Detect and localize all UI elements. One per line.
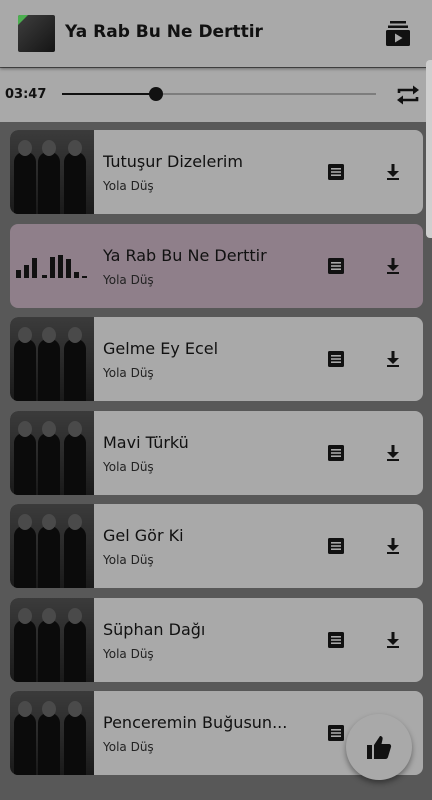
repeat-icon[interactable]: [394, 81, 422, 109]
song-title: Gelme Ey Ecel: [103, 339, 219, 358]
song-artist: Yola Düş: [103, 272, 154, 287]
song-row[interactable]: Ya Rab Bu Ne Derttir Yola Düş: [10, 223, 423, 308]
equalizer-icon: [10, 224, 94, 308]
scroll-edge-indicator: [426, 60, 432, 238]
song-title: Süphan Dağı: [103, 619, 206, 639]
song-title: Ya Rab Bu Ne Derttir: [103, 245, 267, 265]
song-row[interactable]: Gel Gör Ki Yola Düş: [10, 504, 423, 588]
lyrics-icon[interactable]: [326, 723, 346, 743]
album-art: [10, 410, 94, 495]
now-playing-title: Ya Rab Bu Ne Derttir: [65, 22, 263, 42]
album-art: [10, 504, 94, 588]
thumbs-up-icon: [367, 736, 392, 759]
lyrics-icon[interactable]: [326, 536, 346, 556]
song-artist: Yola Düş: [103, 646, 154, 661]
seek-bar-fill: [62, 93, 157, 95]
download-icon[interactable]: [383, 630, 403, 650]
elapsed-time: 03:47: [5, 87, 47, 102]
song-artist: Yola Düş: [103, 740, 154, 754]
song-artist: Yola Düş: [103, 459, 154, 474]
download-icon[interactable]: [383, 443, 403, 463]
song-row[interactable]: Süphan Dağı Yola Düş: [10, 597, 423, 682]
lyrics-icon[interactable]: [326, 349, 346, 369]
lyrics-icon[interactable]: [326, 162, 346, 182]
album-art: [10, 317, 94, 401]
download-icon[interactable]: [383, 256, 403, 276]
lyrics-icon[interactable]: [326, 443, 346, 463]
download-icon[interactable]: [383, 349, 403, 369]
song-artist: Yola Düş: [103, 179, 154, 193]
thumbnail-corner-accent: [18, 15, 28, 25]
seek-bar[interactable]: [62, 87, 376, 101]
lyrics-icon[interactable]: [326, 630, 346, 650]
download-icon[interactable]: [383, 162, 403, 182]
app-header: Ya Rab Bu Ne Derttir: [0, 0, 432, 67]
download-icon[interactable]: [383, 536, 403, 556]
lyrics-icon[interactable]: [326, 256, 346, 276]
song-title: Gel Gör Ki: [103, 526, 184, 545]
seek-bar-thumb[interactable]: [149, 87, 164, 101]
song-title: Penceremin Buğusun...: [103, 713, 288, 732]
like-button[interactable]: [346, 714, 412, 780]
playlist-play-icon[interactable]: [384, 20, 412, 48]
song-artist: Yola Düş: [103, 553, 154, 567]
song-artist: Yola Düş: [103, 366, 154, 380]
song-row[interactable]: Tutuşur Dizelerim Yola Düş: [10, 130, 423, 214]
album-art: [10, 597, 94, 682]
now-playing-thumbnail[interactable]: [18, 15, 55, 52]
song-row[interactable]: Mavi Türkü Yola Düş: [10, 410, 423, 495]
player-bar: 03:47: [0, 68, 432, 122]
song-title: Tutuşur Dizelerim: [103, 152, 243, 171]
song-title: Mavi Türkü: [103, 432, 189, 452]
song-row[interactable]: Gelme Ey Ecel Yola Düş: [10, 317, 423, 401]
album-art: [10, 691, 94, 775]
album-art: [10, 130, 94, 214]
